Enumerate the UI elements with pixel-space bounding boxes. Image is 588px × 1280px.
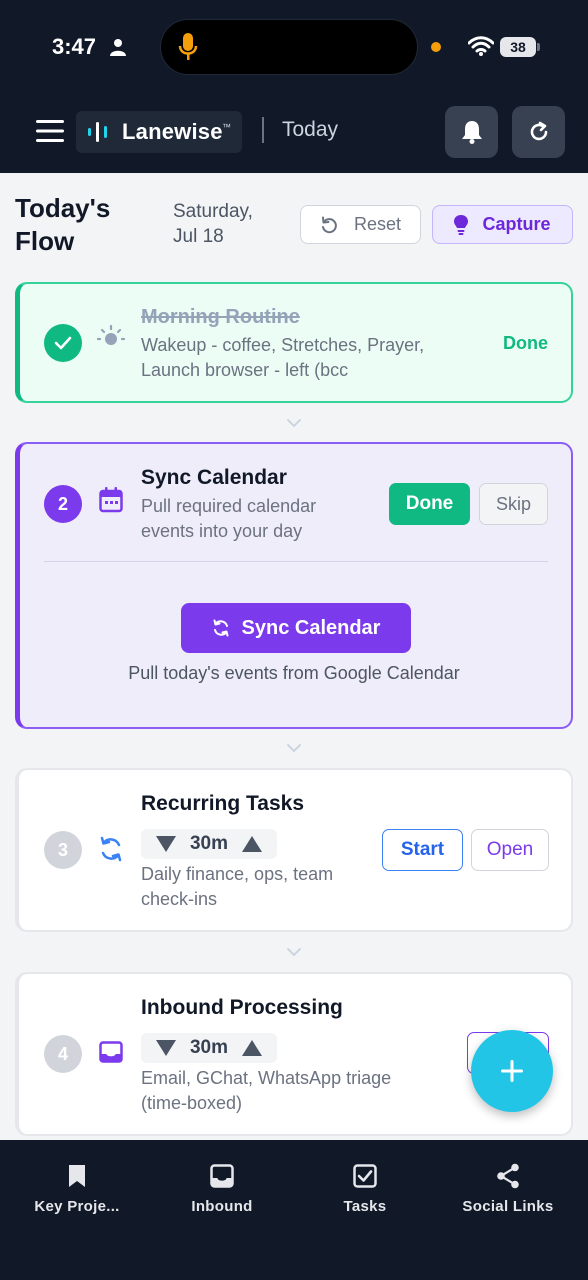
increase-duration-icon[interactable] [241,836,262,852]
notifications-button[interactable] [445,106,498,158]
share-icon [497,1163,519,1189]
add-fab-button[interactable] [471,1030,553,1112]
step-title: Recurring Tasks [141,792,305,815]
person-icon [110,39,126,56]
nav-item-tasks[interactable]: Tasks [300,1160,430,1215]
step-number: 2 [44,485,82,523]
plus-icon [501,1060,523,1082]
reset-label: Reset [353,214,402,234]
app-name: Lanewise [122,119,223,144]
skip-button[interactable]: Skip [479,483,548,525]
card-divider [44,561,548,562]
menu-icon[interactable] [36,120,64,142]
undo-icon [321,216,337,233]
capture-button[interactable]: Capture [432,205,573,244]
sync-calendar-label: Sync Calendar [241,616,381,639]
decrease-duration-icon[interactable] [155,836,176,852]
repeat-icon [100,836,122,862]
calendar-icon [99,487,123,513]
inbox-icon [210,1164,234,1188]
step-title: Morning Routine [141,306,300,328]
inbox-icon [99,1041,123,1063]
capture-label: Capture [482,214,551,234]
trademark: ™ [222,122,231,132]
date-weekday: Saturday, [173,201,253,222]
increase-duration-icon[interactable] [241,1040,262,1056]
nav-label: Social Links [462,1198,554,1215]
start-button[interactable]: Start [382,829,463,871]
nav-item-inbound[interactable]: Inbound [157,1160,287,1215]
reset-button[interactable]: Reset [300,205,421,244]
nav-label: Key Proje... [34,1198,120,1215]
step-description: Wakeup - coffee, Stretches, Prayer, Laun… [141,335,425,380]
decrease-duration-icon[interactable] [155,1040,176,1056]
checkmark-icon [54,336,72,350]
date-day: Jul 18 [173,226,224,247]
step-title: Inbound Processing [141,996,343,1019]
bell-icon [461,121,482,144]
chevron-down-icon [287,419,301,428]
chevron-down-icon [287,948,301,957]
refresh-button[interactable] [512,106,565,158]
nav-label: Tasks [343,1198,387,1215]
lightbulb-icon [454,214,469,235]
step-number: 4 [44,1035,82,1073]
sync-calendar-button[interactable]: Sync Calendar [181,603,411,653]
checkbox-icon [353,1164,377,1188]
step-number: 3 [44,831,82,869]
step-description: Daily finance, ops, team check-ins [141,864,334,909]
sync-note: Pull today's events from Google Calendar [128,663,460,683]
done-button[interactable]: Done [389,483,470,525]
nav-item-key-projects[interactable]: Key Proje... [12,1160,142,1215]
wifi-icon [468,36,494,56]
bookmark-icon [69,1165,85,1187]
step-title: Sync Calendar [141,466,287,489]
done-status: Done [503,333,548,353]
camera-indicator [431,42,441,52]
sync-icon [213,619,229,637]
header-title: Today [282,118,339,141]
refresh-icon [530,121,547,141]
step-description: Email, GChat, WhatsApp triage (time-boxe… [141,1068,392,1113]
logo-mark-icon [88,122,107,142]
page-date: Saturday, Jul 18 [173,199,293,249]
page-title: Today's Flow [15,193,111,256]
step-description: Pull required calendar events into your … [141,496,317,541]
header-divider [262,117,264,143]
sunrise-icon [97,325,125,345]
chevron-down-icon [287,744,301,753]
open-button[interactable]: Open [471,829,549,871]
duration-stepper[interactable]: 30m [141,1033,277,1063]
microphone-icon [178,33,198,60]
duration-value: 30m [189,833,228,854]
battery-tip [537,43,540,51]
nav-item-social-links[interactable]: Social Links [443,1160,573,1215]
duration-stepper[interactable]: 30m [141,829,277,859]
status-time: 3:47 [52,34,97,59]
step-done-circle [44,324,82,362]
battery-indicator: 38 [500,37,536,57]
nav-label: Inbound [191,1198,253,1215]
duration-value: 30m [189,1037,228,1058]
dynamic-island [160,19,418,75]
